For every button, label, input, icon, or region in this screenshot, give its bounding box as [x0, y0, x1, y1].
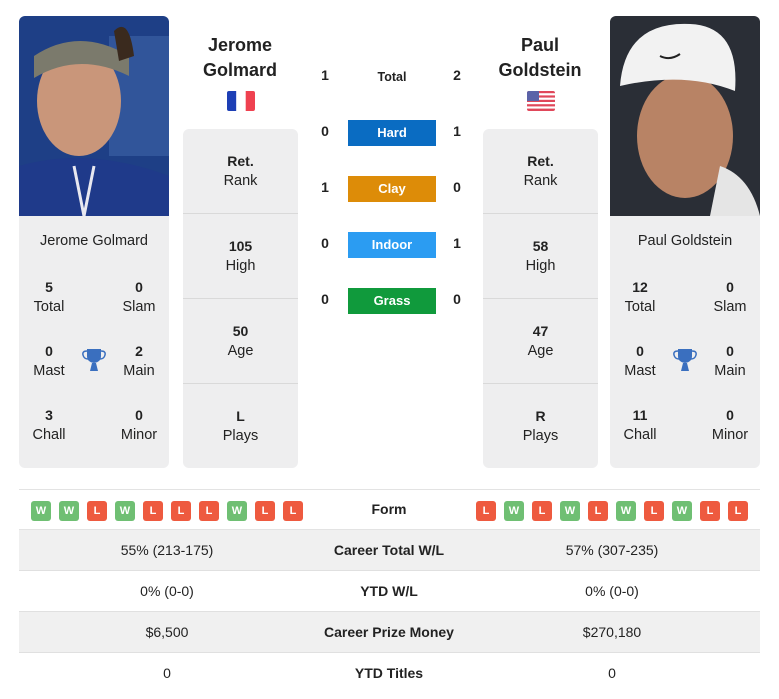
player2-titles-chall: 11 Chall	[623, 407, 657, 443]
form-loss-badge[interactable]: L	[255, 501, 275, 521]
form-loss-badge[interactable]: L	[588, 501, 608, 521]
player1-form: WWLWLLLWLL	[31, 501, 303, 521]
h2h-row-hard: 0 Hard 1	[310, 120, 470, 146]
form-win-badge[interactable]: W	[115, 501, 135, 521]
player2-titles-main: 0 Main	[714, 343, 746, 379]
form-loss-badge[interactable]: L	[532, 501, 552, 521]
form-win-badge[interactable]: W	[504, 501, 524, 521]
h2h-row-clay: 1 Clay 0	[310, 176, 470, 202]
player2-full-name: Paul Goldstein	[637, 233, 733, 249]
player2-titles-minor: 0 Minor	[711, 407, 749, 443]
player1-rank: Ret. Rank	[183, 129, 298, 214]
player2-high: 58 High	[483, 214, 598, 299]
form-loss-badge[interactable]: L	[700, 501, 720, 521]
player2-plays: R Plays	[522, 408, 559, 444]
player1-high: 105 High	[183, 214, 298, 299]
player1-titles-main: 2 Main	[123, 343, 155, 379]
player2-name-heading[interactable]: Paul Goldstein	[465, 33, 615, 83]
form-loss-badge[interactable]: L	[283, 501, 303, 521]
player2-photo	[610, 16, 760, 216]
form-loss-badge[interactable]: L	[199, 501, 219, 521]
stat-row-career-prize-money: $6,500 Career Prize Money $270,180	[19, 612, 760, 653]
player1-titles-slam: 0 Slam	[122, 279, 156, 315]
form-win-badge[interactable]: W	[59, 501, 79, 521]
surface-badge-clay[interactable]: Clay	[348, 176, 436, 202]
stat-row-ytd-titles: 0 YTD Titles 0	[163, 665, 616, 681]
player2-titles-slam: 0 Slam	[713, 279, 747, 315]
form-loss-badge[interactable]: L	[143, 501, 163, 521]
surface-badge-grass[interactable]: Grass	[348, 288, 436, 314]
form-win-badge[interactable]: W	[227, 501, 247, 521]
form-loss-badge[interactable]: L	[476, 501, 496, 521]
player1-name-heading[interactable]: Jerome Golmard	[165, 33, 315, 83]
h2h-row-total: 1 Total 2	[310, 64, 470, 90]
form-win-badge[interactable]: W	[31, 501, 51, 521]
form-label: Form	[371, 501, 407, 517]
form-loss-badge[interactable]: L	[644, 501, 664, 521]
form-loss-badge[interactable]: L	[171, 501, 191, 521]
form-loss-badge[interactable]: L	[87, 501, 107, 521]
player1-info-card: Ret. Rank 105 High 50 Age L Plays	[183, 129, 298, 468]
stat-row-career-total-wl: 55% (213-175) Career Total W/L 57% (307-…	[19, 530, 760, 571]
player2-age: 47 Age	[483, 299, 598, 384]
trophy-icon	[673, 349, 697, 371]
player2-titles-mast: 0 Mast	[624, 343, 656, 379]
form-win-badge[interactable]: W	[672, 501, 692, 521]
player1-age: 50 Age	[183, 299, 298, 384]
h2h-row-indoor: 0 Indoor 1	[310, 232, 470, 258]
form-win-badge[interactable]: W	[560, 501, 580, 521]
h2h-row-grass: 0 Grass 0	[310, 288, 470, 314]
player2-titles-total: 12 Total	[624, 279, 656, 315]
player1-photo	[19, 16, 169, 216]
surface-badge-indoor[interactable]: Indoor	[348, 232, 436, 258]
player2-form: LWLWLWLWLL	[476, 501, 748, 521]
player1-titles-chall: 3 Chall	[32, 407, 66, 443]
usa-flag-icon	[527, 91, 555, 111]
player1-titles-mast: 0 Mast	[33, 343, 65, 379]
surface-badge-hard[interactable]: Hard	[348, 120, 436, 146]
player1-titles-card: Jerome Golmard 5 Total 0 Slam 0 Mast 2 Main …	[19, 216, 169, 468]
player2-rank: Ret. Rank	[483, 129, 598, 214]
trophy-icon	[82, 349, 106, 371]
form-row: WWLWLLLWLL Form LWLWLWLWLL	[19, 489, 760, 530]
player2-titles-card: Paul Goldstein 12 Total 0 Slam 0 Mast 0 Main…	[610, 216, 760, 468]
player2-info-card: Ret. Rank 58 High 47 Age R Plays	[483, 129, 598, 468]
player1-full-name: Jerome Golmard	[40, 233, 148, 249]
player1-plays: L Plays	[222, 408, 259, 444]
france-flag-icon	[227, 91, 255, 111]
form-win-badge[interactable]: W	[616, 501, 636, 521]
player1-titles-minor: 0 Minor	[120, 407, 158, 443]
player1-titles-total: 5 Total	[33, 279, 65, 315]
surface-label-total: Total	[377, 70, 407, 84]
stat-row-ytd-wl: 0% (0-0) YTD W/L 0% (0-0)	[19, 571, 760, 612]
form-loss-badge[interactable]: L	[728, 501, 748, 521]
